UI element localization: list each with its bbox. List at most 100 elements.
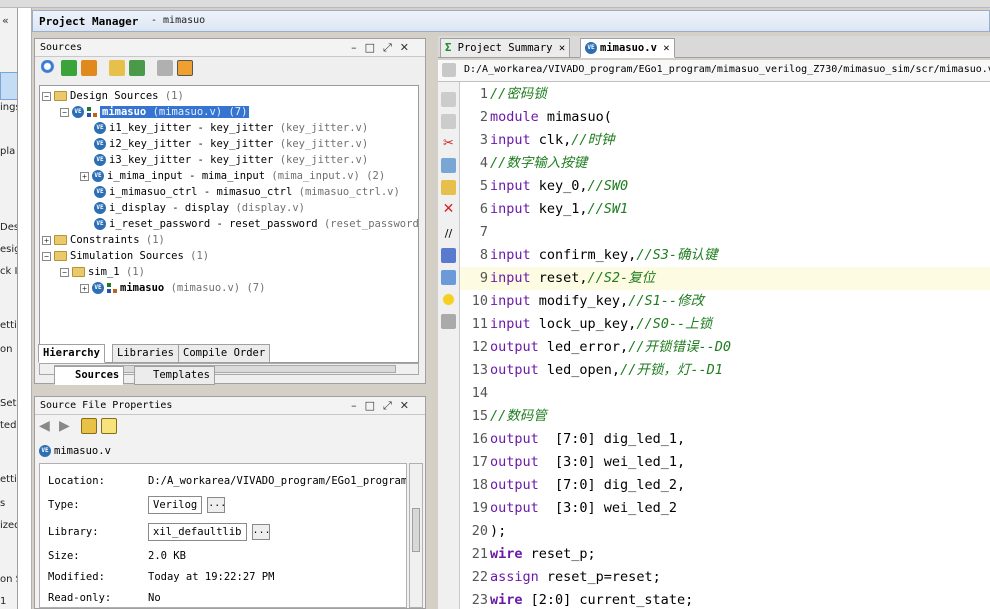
flow-nav-fragment[interactable]: ings — [0, 102, 17, 113]
back-arrow-icon[interactable]: ◀ — [39, 418, 55, 434]
flow-nav-fragment[interactable]: pla — [0, 146, 15, 157]
collapse-icon[interactable]: − — [42, 91, 51, 101]
flow-nav-fragment[interactable]: s — [0, 498, 5, 509]
collapse-icon[interactable]: − — [60, 107, 69, 117]
code-line[interactable]: 7 — [460, 221, 990, 244]
tab-mimasuo-v[interactable]: VE mimasuo.v ✕ — [580, 38, 675, 58]
code-line[interactable]: 14 — [460, 382, 990, 405]
tree-item-module[interactable]: + VE i_mima_input - mima_input (mima_input… — [80, 168, 385, 184]
flow-nav-fragment[interactable]: etti — [0, 320, 17, 331]
tree-item-module[interactable]: VE i2_key_jitter - key_jitter (key_jitter… — [94, 136, 368, 152]
tree-item-module[interactable]: VE i_display - display (display.v) — [94, 200, 305, 216]
code-line[interactable]: 19 output [3:0] wei_led_2 — [460, 497, 990, 520]
expand-icon[interactable]: + — [42, 235, 51, 245]
undo-icon[interactable] — [441, 92, 456, 107]
flow-navigator-selected-item[interactable] — [0, 72, 17, 100]
tree-item-constraints[interactable]: + Constraints (1) — [42, 232, 165, 248]
tree-item-module[interactable]: VE i1_key_jitter - key_jitter (key_jitter… — [94, 120, 368, 136]
scrollbar-thumb[interactable] — [412, 508, 420, 552]
code-line[interactable]: 18 output [7:0] dig_led_2, — [460, 474, 990, 497]
properties-icon[interactable] — [177, 60, 193, 76]
document-icon[interactable] — [157, 60, 173, 76]
flow-nav-fragment[interactable]: ck I — [0, 266, 17, 277]
close-icon[interactable]: ✕ — [663, 42, 669, 54]
select-icon[interactable] — [101, 418, 117, 434]
expand-all-icon[interactable] — [81, 60, 97, 76]
flow-nav-fragment[interactable]: on — [0, 344, 12, 355]
properties-vertical-scrollbar[interactable] — [409, 463, 423, 608]
type-browse-button[interactable]: ... — [207, 497, 226, 513]
code-line[interactable]: 5 input key_0,//SW0 — [460, 175, 990, 198]
delete-icon[interactable]: ✕ — [441, 202, 456, 217]
code-line[interactable]: 3 input clk,//时钟 — [460, 129, 990, 152]
flow-nav-fragment[interactable]: Des — [0, 222, 17, 233]
flow-nav-fragment[interactable]: etti — [0, 474, 17, 485]
collapse-icon[interactable]: « — [2, 14, 9, 27]
library-browse-button[interactable]: ... — [251, 524, 271, 540]
code-line[interactable]: 15//数码管 — [460, 405, 990, 428]
collapse-icon[interactable]: − — [42, 251, 51, 261]
tab-libraries[interactable]: Libraries — [112, 344, 179, 363]
cut-icon[interactable]: ✂ — [441, 136, 456, 151]
flow-nav-fragment[interactable]: ted — [0, 420, 16, 431]
tab-compile-order[interactable]: Compile Order — [178, 344, 271, 363]
code-line[interactable]: 2 module mimasuo( — [460, 106, 990, 129]
tree-item-module[interactable]: VE i_mimasuo_ctrl - mimasuo_ctrl (mimasuo… — [94, 184, 400, 200]
code-editor[interactable]: 1//密码锁 2 module mimasuo(3 input clk,//时钟 4//… — [460, 82, 990, 609]
tab-hierarchy[interactable]: Hierarchy — [38, 344, 105, 363]
add-sources-icon[interactable] — [129, 60, 145, 76]
code-line[interactable]: 22 assign reset_p=reset; — [460, 566, 990, 589]
flow-nav-fragment[interactable]: on S — [0, 574, 17, 585]
flow-nav-fragment[interactable]: 1 — [0, 596, 6, 607]
library-field[interactable]: xil_defaultlib — [148, 523, 247, 541]
panel-window-controls[interactable]: –□⤢✕ — [351, 41, 417, 55]
close-icon[interactable]: ✕ — [559, 42, 565, 54]
flow-nav-fragment[interactable]: esig — [0, 244, 17, 255]
tab-templates[interactable]: Templates — [134, 366, 215, 385]
forward-arrow-icon[interactable]: ▶ — [59, 418, 75, 434]
indent-icon[interactable] — [441, 248, 456, 263]
code-line[interactable]: 4//数字输入按键 — [460, 152, 990, 175]
open-folder-icon[interactable] — [109, 60, 125, 76]
copy-icon[interactable] — [441, 158, 456, 173]
tree-item-module[interactable]: VE i3_key_jitter - key_jitter (key_jitter… — [94, 152, 368, 168]
code-line[interactable]: 21 wire reset_p; — [460, 543, 990, 566]
code-line[interactable]: 13 output led_open,//开锁，灯--D1 — [460, 359, 990, 382]
code-line[interactable]: 1//密码锁 — [460, 83, 990, 106]
code-line[interactable]: 10 input modify_key,//S1--修改 — [460, 290, 990, 313]
code-line[interactable]: 8 input confirm_key,//S3-确认键 — [460, 244, 990, 267]
code-line[interactable]: 17 output [3:0] wei_led_1, — [460, 451, 990, 474]
settings-icon[interactable] — [441, 314, 456, 329]
code-line[interactable]: 23 wire [2:0] current_state; — [460, 589, 990, 609]
tree-item-simulation-sources[interactable]: − Simulation Sources (1) — [42, 248, 209, 264]
tree-item-module[interactable]: VE i_reset_password - reset_password (res… — [94, 216, 418, 232]
code-line[interactable]: 12 output led_error,//开锁错误--D0 — [460, 336, 990, 359]
comment-icon[interactable]: // — [441, 226, 456, 241]
panel-splitter[interactable] — [428, 34, 436, 609]
code-line[interactable]: 11 input lock_up_key,//S0--上锁 — [460, 313, 990, 336]
tree-item-design-sources[interactable]: − Design Sources (1) — [42, 88, 184, 104]
redo-icon[interactable] — [441, 114, 456, 129]
code-line[interactable]: 6 input key_1,//SW1 — [460, 198, 990, 221]
panel-window-controls[interactable]: –□⤢✕ — [351, 399, 417, 413]
tab-sources[interactable]: Sources — [54, 366, 125, 385]
lightbulb-icon[interactable] — [441, 292, 456, 307]
tree-item-sim-1[interactable]: − sim_1 (1) — [60, 264, 145, 280]
find-icon[interactable] — [441, 270, 456, 285]
menu-icon[interactable] — [442, 63, 456, 77]
code-line[interactable]: 9 input reset,//S2-复位 — [460, 267, 990, 290]
search-icon[interactable] — [41, 60, 57, 76]
settings-icon[interactable] — [81, 418, 97, 434]
collapse-all-icon[interactable] — [61, 60, 77, 76]
code-line[interactable]: 16 output [7:0] dig_led_1, — [460, 428, 990, 451]
tree-item-mimasuo-top[interactable]: − VE mimasuo (mimasuo.v) (7) — [60, 104, 250, 120]
paste-icon[interactable] — [441, 180, 456, 195]
tree-item-mimasuo-sim[interactable]: + VE mimasuo (mimasuo.v) (7) — [80, 280, 265, 296]
collapse-icon[interactable]: − — [60, 267, 69, 277]
code-line[interactable]: 20); — [460, 520, 990, 543]
type-field[interactable]: Verilog — [148, 496, 203, 514]
flow-nav-fragment[interactable]: ized — [0, 520, 17, 531]
expand-icon[interactable]: + — [80, 283, 89, 293]
tab-project-summary[interactable]: Σ Project Summary ✕ — [440, 38, 571, 58]
flow-nav-fragment[interactable]: Set — [0, 398, 16, 409]
